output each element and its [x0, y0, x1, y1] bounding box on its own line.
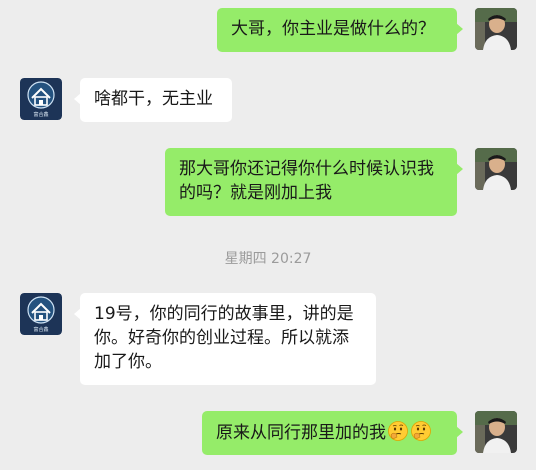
message-text: 大哥，你主业是做什么的？	[231, 19, 435, 39]
message-timestamp: 星期四 20:27	[224, 251, 312, 267]
message-text: 19号，你的同行的故事里，讲的是你。好奇你的创业过程。所以就添加了你。	[94, 304, 354, 372]
message-bubble-self[interactable]: 那大哥你还记得你什么时候认识我的吗？就是刚加上我	[165, 148, 463, 216]
message-bubble-other[interactable]: 啥都干，无主业	[74, 78, 232, 122]
house-logo-avatar-icon: 富合鑫	[20, 293, 62, 335]
svg-text:富合鑫: 富合鑫	[33, 111, 48, 118]
user-photo-avatar-icon	[475, 148, 517, 190]
user-photo-avatar-icon	[475, 8, 517, 50]
contact-avatar[interactable]: 富合鑫	[20, 78, 62, 120]
message-text: 啥都干，无主业	[94, 89, 213, 109]
message-bubble-other[interactable]: 19号，你的同行的故事里，讲的是你。好奇你的创业过程。所以就添加了你。	[74, 293, 376, 385]
message-bubble-self[interactable]: 大哥，你主业是做什么的？	[217, 8, 463, 52]
message-text: 那大哥你还记得你什么时候认识我的吗？就是刚加上我	[179, 159, 434, 203]
message-bubble-self[interactable]: 原来从同行那里加的我	[202, 411, 463, 455]
svg-text:富合鑫: 富合鑫	[33, 326, 48, 333]
message-text: 原来从同行那里加的我	[216, 423, 386, 443]
self-avatar[interactable]	[475, 8, 517, 50]
contact-avatar[interactable]: 富合鑫	[20, 293, 62, 335]
house-logo-avatar-icon: 富合鑫	[20, 78, 62, 120]
self-avatar[interactable]	[475, 148, 517, 190]
user-photo-avatar-icon	[475, 411, 517, 453]
thinking-face-emoji-icon	[388, 421, 408, 441]
self-avatar[interactable]	[475, 411, 517, 453]
thinking-face-emoji-icon	[411, 421, 431, 441]
chat-area[interactable]: 大哥，你主业是做什么的？ 富合鑫 啥都干，无主业 那大哥你还记得你什么时候认识我…	[0, 0, 536, 470]
